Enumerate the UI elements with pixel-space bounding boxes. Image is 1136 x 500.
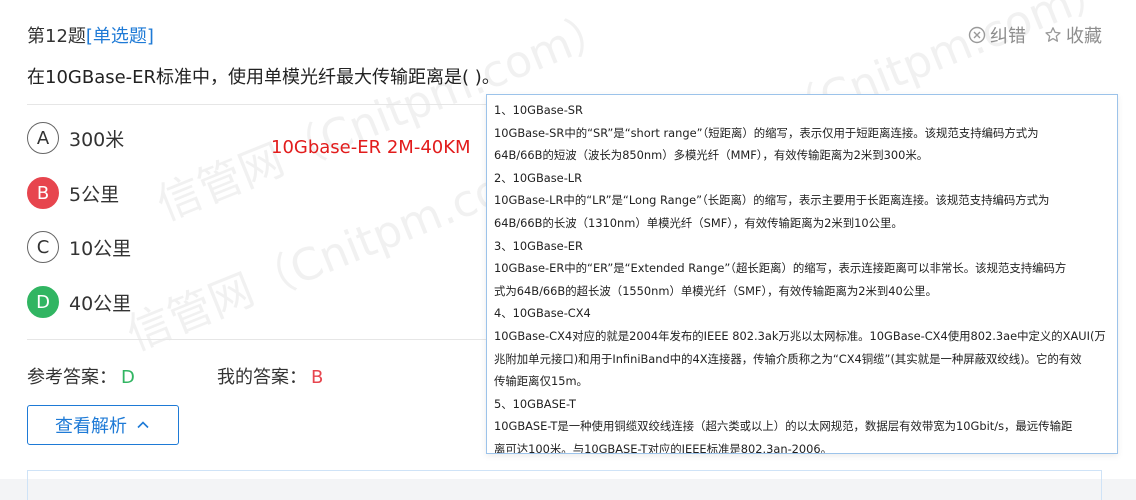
option-letter: B bbox=[27, 177, 59, 209]
popup-line: 10GBase-SR中的“SR”是“short range”（短距离）的缩写，表… bbox=[494, 125, 1039, 140]
popup-line: 2、10GBase-LR bbox=[494, 170, 583, 185]
reference-answer-label: 参考答案： bbox=[27, 367, 117, 388]
option-d[interactable]: D 40公里 bbox=[27, 286, 131, 318]
favorite-button[interactable]: 收藏 bbox=[1044, 22, 1102, 48]
option-letter: C bbox=[27, 231, 59, 263]
answers-row: 参考答案： D 我的答案： B bbox=[27, 363, 323, 389]
question-text: 在10GBase-ER标准中，使用单模光纤最大传输距离是( )。 bbox=[27, 67, 500, 88]
question-card: 信管网（Cnitpm.com） 信管网（Cnitpm.com） 信管网（Cnit… bbox=[0, 0, 1136, 500]
popup-line: 1、10GBase-SR bbox=[494, 103, 583, 117]
option-text: 10公里 bbox=[69, 237, 132, 260]
popup-line: 传输距离仅15m。 bbox=[494, 374, 588, 389]
popup-line: 3、10GBase-ER bbox=[494, 238, 583, 253]
option-text: 40公里 bbox=[69, 292, 132, 315]
popup-line: 64B/66B的短波（波长为850nm）多模光纤（MMF），有效传输距离为2米到… bbox=[494, 148, 929, 163]
divider bbox=[27, 104, 487, 105]
my-answer-value: B bbox=[311, 367, 324, 388]
popup-line: 10GBASE-T是一种使用铜缆双绞线连接（超六类或以上）的以太网规范，数据层有… bbox=[494, 419, 1073, 434]
question-header: 第12题[单选题] bbox=[27, 22, 154, 48]
chevron-up-icon bbox=[137, 421, 149, 429]
question-actions: 纠错 收藏 bbox=[968, 22, 1102, 48]
divider bbox=[27, 339, 487, 340]
my-answer-label: 我的答案： bbox=[217, 367, 307, 388]
option-b[interactable]: B 5公里 bbox=[27, 177, 119, 209]
view-analysis-button[interactable]: 查看解析 bbox=[27, 405, 179, 445]
report-error-button[interactable]: 纠错 bbox=[968, 22, 1026, 48]
option-text: 5公里 bbox=[69, 183, 120, 206]
annotation-note: 10Gbase-ER 2M-40KM bbox=[271, 137, 471, 158]
option-c[interactable]: C 10公里 bbox=[27, 231, 131, 263]
favorite-label: 收藏 bbox=[1066, 26, 1102, 47]
option-text: 300米 bbox=[69, 128, 125, 151]
reference-answer-value: D bbox=[121, 367, 135, 388]
popup-line: 10GBase-LR中的“LR”是“Long Range”（长距离）的缩写，表示… bbox=[494, 193, 1050, 208]
question-type: [单选题] bbox=[85, 26, 154, 47]
explanation-popup: 1、10GBase-SR 10GBase-SR中的“SR”是“short rang… bbox=[486, 94, 1118, 454]
popup-line: 4、10GBase-CX4 bbox=[494, 306, 591, 321]
star-icon bbox=[1045, 27, 1061, 42]
popup-line: 10GBase-CX4对应的就是2004年发布的IEEE 802.3ak万兆以太… bbox=[494, 328, 1106, 343]
popup-line: 离可达100米。与10GBASE-T对应的IEEE标准是802.3an-2006… bbox=[494, 441, 833, 454]
question-number: 第12题 bbox=[27, 26, 86, 47]
option-letter: D bbox=[27, 286, 59, 318]
analysis-panel bbox=[27, 470, 1102, 500]
popup-line: 兆附加单元接口)和用于InfiniBand中的4X连接器，传输介质称之为“CX4… bbox=[494, 351, 1082, 366]
popup-line: 64B/66B的长波（1310nm）单模光纤（SMF），有效传输距离为2米到10… bbox=[494, 215, 903, 230]
view-analysis-label: 查看解析 bbox=[55, 416, 127, 437]
my-answer: 我的答案： B bbox=[217, 363, 323, 389]
popup-line: 10GBase-ER中的“ER”是“Extended Range”（超长距离）的… bbox=[494, 261, 1067, 276]
report-error-label: 纠错 bbox=[990, 26, 1026, 47]
popup-line: 5、10GBASE-T bbox=[494, 396, 577, 411]
option-a[interactable]: A 300米 bbox=[27, 122, 124, 154]
popup-line: 式为64B/66B的超长波（1550nm）单模光纤（SMF），有效传输距离为2米… bbox=[494, 283, 937, 298]
close-circle-icon bbox=[968, 26, 986, 44]
option-letter: A bbox=[27, 122, 59, 154]
